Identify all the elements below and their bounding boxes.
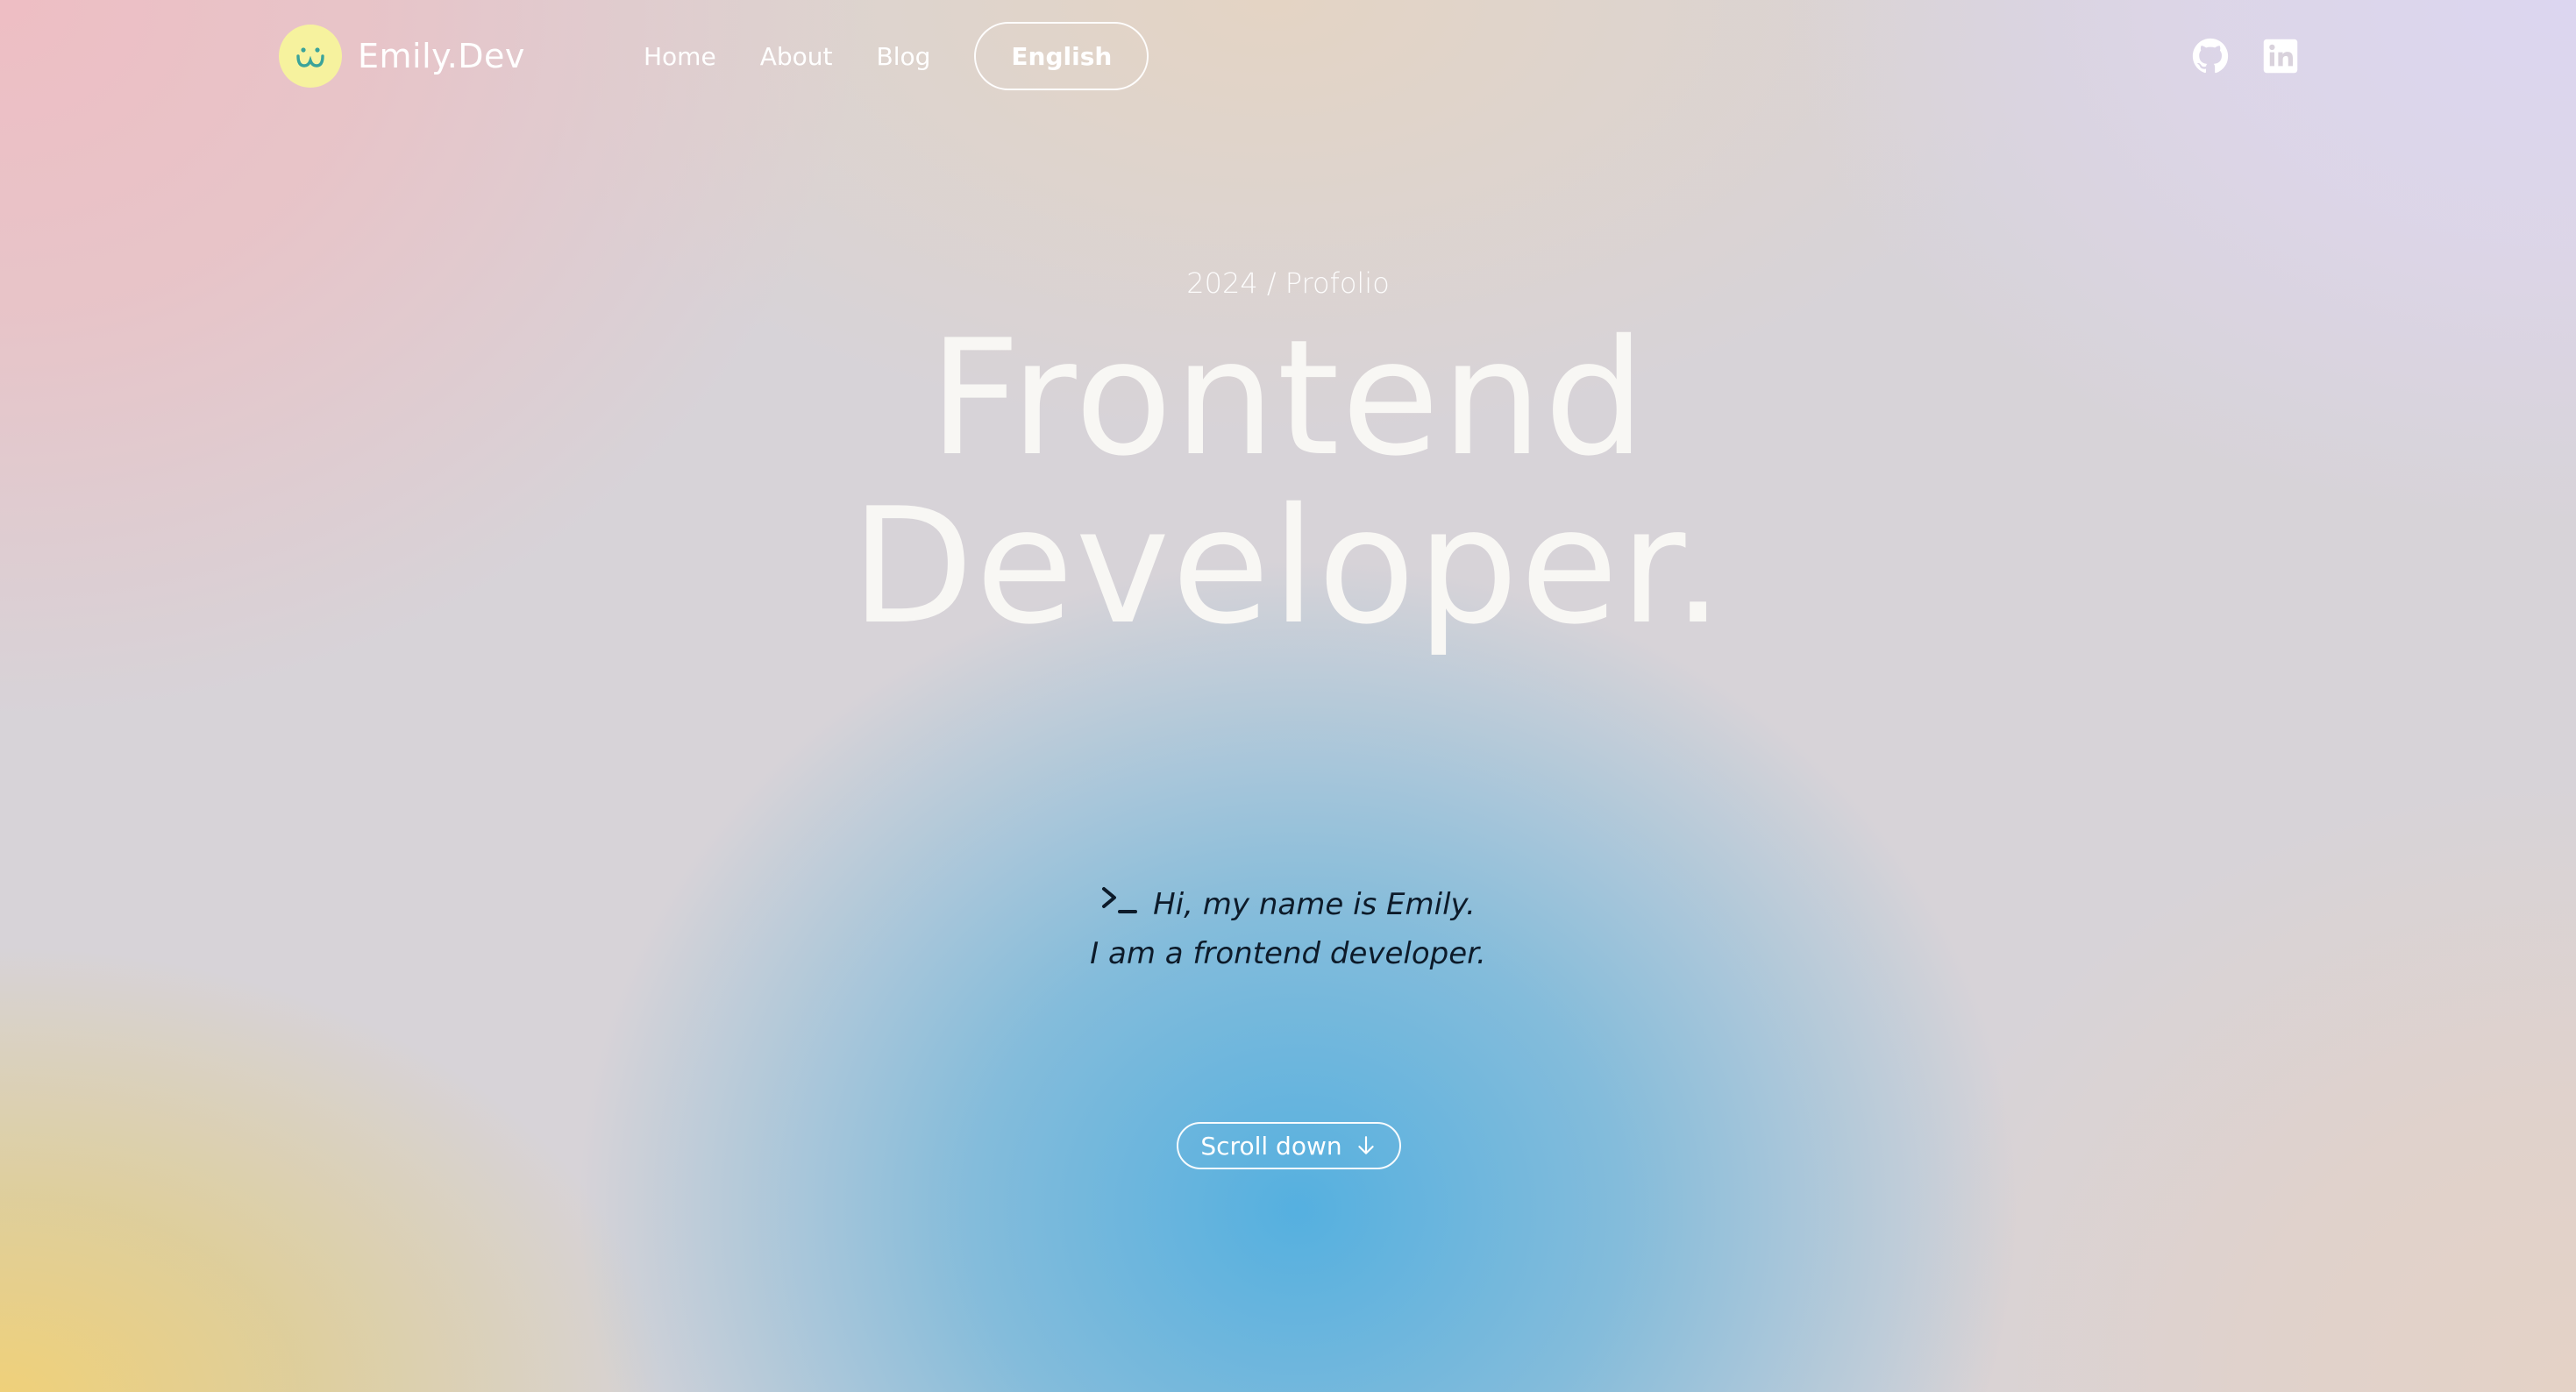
terminal-prompt-icon [1102, 886, 1138, 913]
nav-link-home[interactable]: Home [644, 42, 716, 71]
headline-line-2: Developer. [850, 473, 1726, 659]
scroll-down-button[interactable]: Scroll down [1177, 1122, 1401, 1169]
github-icon[interactable] [2192, 38, 2229, 75]
language-button[interactable]: English [974, 22, 1149, 90]
intro-line-1: Hi, my name is Emily. [0, 880, 2576, 929]
headline-line-1: Frontend [929, 305, 1647, 491]
main-nav: Home About Blog English [644, 21, 1149, 91]
nav-link-blog[interactable]: Blog [876, 42, 930, 71]
scroll-down-label: Scroll down [1200, 1131, 1342, 1161]
hero-eyebrow: 2024 / Profolio [1186, 266, 1390, 300]
hero-intro: Hi, my name is Emily. I am a frontend de… [0, 880, 2576, 978]
site-header: Emily.Dev Home About Blog English [0, 0, 2576, 114]
brand-name[interactable]: Emily.Dev [358, 37, 525, 75]
social-links [2192, 37, 2299, 75]
linkedin-icon[interactable] [2262, 38, 2299, 75]
intro-greeting: Hi, my name is Emily. [1153, 887, 1476, 922]
nav-link-about[interactable]: About [760, 42, 833, 71]
intro-line-2: I am a frontend developer. [1090, 936, 1486, 971]
arrow-down-icon [1357, 1136, 1374, 1154]
smiley-face-icon[interactable] [279, 25, 342, 88]
brand[interactable]: Emily.Dev [279, 25, 525, 88]
hero-headline: Frontend Developer. [0, 314, 2576, 650]
